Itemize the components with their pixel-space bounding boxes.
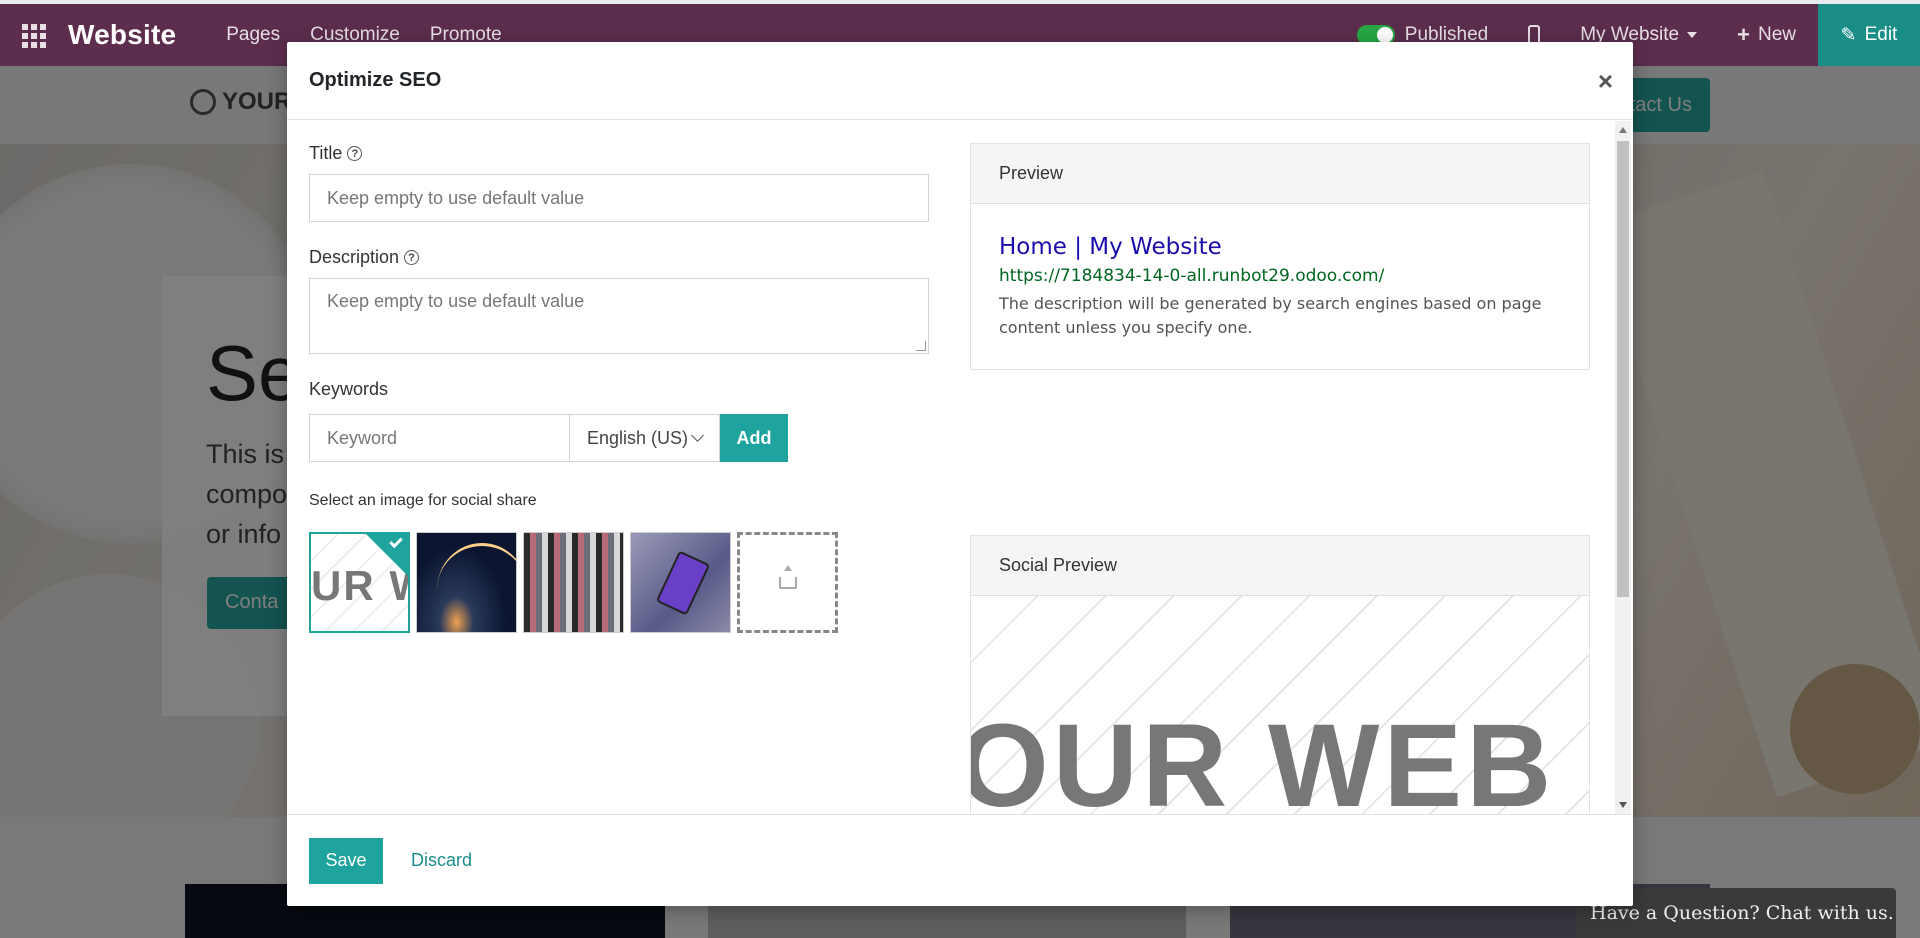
preview-column: Preview Home | My Website https://718483… bbox=[970, 143, 1590, 814]
language-select[interactable]: English (US) bbox=[570, 414, 720, 462]
save-button[interactable]: Save bbox=[309, 837, 383, 884]
scroll-up-icon[interactable] bbox=[1619, 127, 1627, 133]
chevron-down-icon bbox=[691, 429, 704, 442]
caret-down-icon bbox=[1687, 32, 1698, 38]
preview-page-title: Home | My Website bbox=[999, 234, 1222, 260]
social-image-clothes[interactable] bbox=[523, 532, 624, 633]
title-label: Title ? bbox=[309, 143, 929, 164]
pencil-icon: ✎ bbox=[1840, 24, 1857, 46]
modal-footer: Save Discard bbox=[287, 814, 1633, 906]
social-image-rocket[interactable] bbox=[416, 532, 517, 633]
modal-title: Optimize SEO bbox=[309, 69, 442, 91]
close-icon[interactable]: × bbox=[1598, 66, 1613, 97]
keywords-label: Keywords bbox=[309, 379, 389, 399]
social-preview-heading: Social Preview bbox=[971, 536, 1589, 596]
help-icon[interactable]: ? bbox=[404, 250, 420, 265]
social-image-thumbnails: UR W bbox=[309, 532, 929, 633]
discard-button[interactable]: Discard bbox=[393, 838, 490, 884]
upload-image-button[interactable] bbox=[737, 532, 838, 633]
preview-heading: Preview bbox=[971, 144, 1589, 204]
optimize-seo-dialog: Optimize SEO × Title ? Keep empty to use… bbox=[287, 42, 1633, 906]
preview-description: The description will be generated by sea… bbox=[999, 294, 1542, 337]
modal-body: Title ? Keep empty to use default value … bbox=[287, 121, 1633, 814]
social-image-phone[interactable] bbox=[630, 532, 731, 633]
edit-button[interactable]: ✎ Edit bbox=[1818, 4, 1920, 66]
upload-icon bbox=[778, 564, 797, 589]
preview-url: https://7184834-14-0-all.runbot29.odoo.c… bbox=[999, 266, 1385, 286]
search-preview-panel: Preview Home | My Website https://718483… bbox=[970, 143, 1590, 370]
help-icon[interactable]: ? bbox=[347, 146, 363, 161]
description-textarea[interactable]: Keep empty to use default value bbox=[309, 278, 929, 354]
app-name: Website bbox=[68, 19, 177, 50]
menu-pages[interactable]: Pages bbox=[226, 24, 280, 46]
add-keyword-button[interactable]: Add bbox=[720, 414, 788, 462]
modal-scrollbar[interactable] bbox=[1615, 121, 1631, 814]
seo-form: Title ? Keep empty to use default value … bbox=[309, 121, 929, 633]
scroll-down-icon[interactable] bbox=[1619, 802, 1627, 808]
search-result-preview: Home | My Website https://7184834-14-0-a… bbox=[971, 204, 1589, 369]
keyword-input[interactable]: Keyword bbox=[309, 414, 570, 462]
social-image-logo[interactable]: UR W bbox=[309, 532, 410, 633]
description-label: Description ? bbox=[309, 247, 929, 268]
social-image-label: Select an image for social share bbox=[309, 492, 537, 509]
title-input[interactable]: Keep empty to use default value bbox=[309, 174, 929, 222]
social-preview-panel: Social Preview OUR WEB bbox=[970, 535, 1590, 814]
social-preview-image: OUR WEB bbox=[971, 596, 1589, 814]
scrollbar-thumb[interactable] bbox=[1617, 141, 1629, 597]
plus-icon: + bbox=[1737, 22, 1750, 47]
resize-handle[interactable] bbox=[916, 341, 926, 351]
modal-header: Optimize SEO bbox=[287, 42, 1633, 120]
new-button[interactable]: + New bbox=[1737, 22, 1796, 48]
apps-grid-icon[interactable] bbox=[22, 24, 48, 48]
keyword-row: Keyword English (US) Add bbox=[309, 414, 929, 462]
